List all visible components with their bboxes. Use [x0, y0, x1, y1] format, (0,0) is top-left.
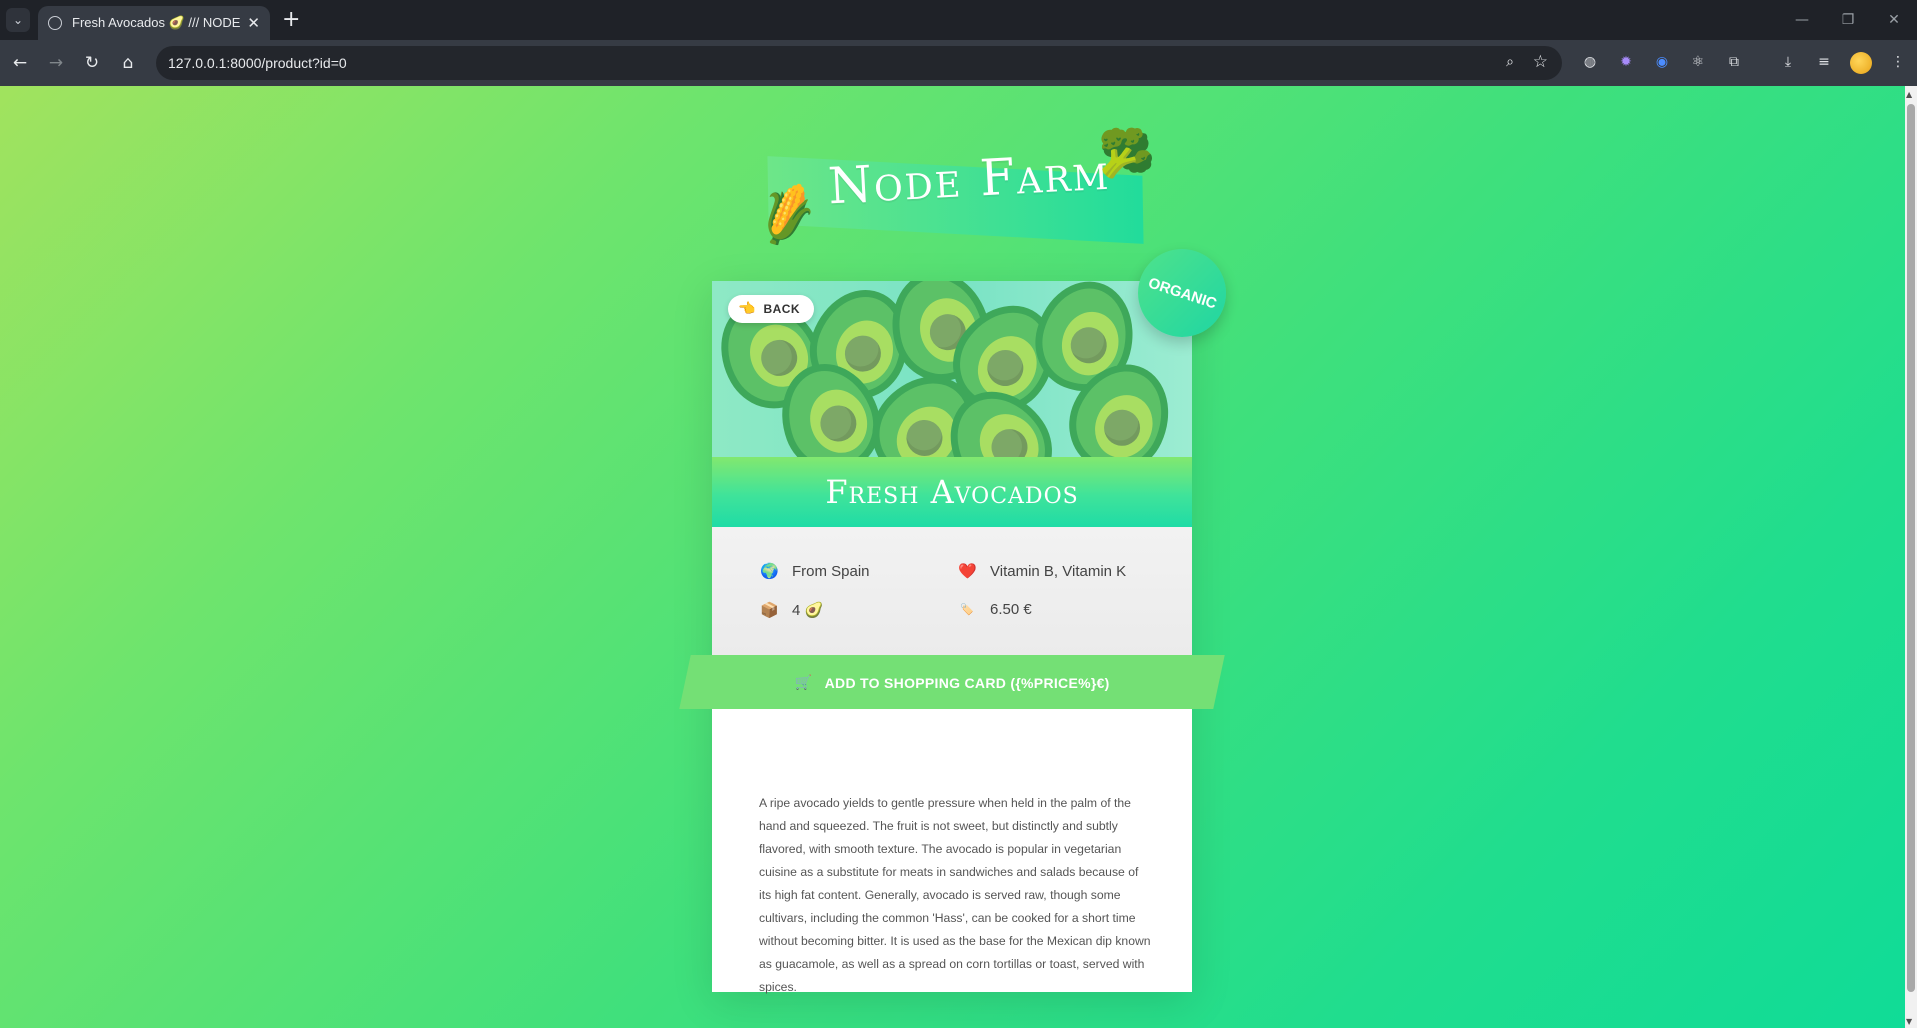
organic-badge: ORGANIC — [1138, 249, 1226, 337]
product-title-band: Fresh Avocados — [712, 457, 1192, 527]
page-viewport: 🌽 Node Farm 🥦 ORGANIC 👈 BACK Fresh Avoca… — [0, 86, 1905, 1028]
minimize-icon[interactable]: — — [1779, 0, 1825, 40]
scroll-down-icon[interactable]: ▼ — [1906, 1017, 1912, 1026]
price-text: 6.50 € — [990, 601, 1032, 618]
browser-tab[interactable]: Fresh Avocados 🥑 /// NODE F ✕ — [38, 6, 270, 40]
package-icon: 📦 — [760, 602, 779, 619]
globe-icon: 🌍 — [760, 563, 779, 580]
product-name: Fresh Avocados — [825, 473, 1079, 511]
window-close-icon[interactable]: ✕ — [1871, 0, 1917, 40]
browser-toolbar: ← → ↻ ⌂ i 127.0.0.1:8000/product?id=0 ⌕ … — [0, 40, 1917, 306]
broccoli-icon: 🥦 — [1098, 126, 1156, 180]
organic-label: ORGANIC — [1145, 273, 1219, 313]
extension-blue-icon[interactable]: ◉ — [1652, 52, 1672, 72]
url-text[interactable]: 127.0.0.1:8000/product?id=0 — [168, 55, 347, 71]
tab-search-icon[interactable]: ⌄ — [6, 8, 30, 32]
zoom-icon[interactable]: ⌕ — [1506, 54, 1514, 70]
extension-react-icon[interactable]: ⚛ — [1688, 52, 1708, 72]
back-button-label: BACK — [763, 302, 801, 316]
price-detail: 🏷️ 6.50 € — [958, 601, 1032, 618]
back-icon[interactable]: ← — [8, 51, 32, 75]
product-card: 👈 BACK Fresh Avocados 🌍 From Spain ❤️ Vi… — [712, 281, 1192, 994]
product-description: A ripe avocado yields to gentle pressure… — [759, 796, 1151, 994]
forward-icon[interactable]: → — [44, 51, 68, 75]
price-tag-icon: 🏷️ — [960, 604, 974, 616]
browser-tabbar: ⌄ Fresh Avocados 🥑 /// NODE F ✕ + — ❐ ✕ — [0, 0, 1917, 40]
scrollbar-thumb[interactable] — [1907, 104, 1915, 992]
page-scrollbar[interactable]: ▲ ▼ — [1905, 86, 1917, 1028]
quantity-detail: 📦 4 🥑 — [760, 601, 823, 619]
tab-title: Fresh Avocados 🥑 /// NODE F — [72, 15, 242, 30]
translate-icon[interactable]: ◍ — [1580, 52, 1600, 72]
shopping-cart-icon: 🛒 — [794, 673, 813, 690]
heart-icon: ❤️ — [958, 563, 977, 580]
window-controls: — ❐ ✕ — [1779, 0, 1917, 40]
product-details: 🌍 From Spain ❤️ Vitamin B, Vitamin K 📦 4… — [712, 527, 1192, 655]
bookmark-star-icon[interactable]: ☆ — [1533, 52, 1548, 72]
extensions-puzzle-icon[interactable]: ⧉ — [1724, 52, 1744, 72]
scroll-up-icon[interactable]: ▲ — [1906, 90, 1912, 99]
origin-text: From Spain — [792, 562, 870, 580]
pointing-hand-icon: 👈 — [738, 301, 756, 317]
add-to-cart-label: ADD TO SHOPPING CARD ({%PRICE%}€) — [824, 674, 1110, 690]
back-button[interactable]: 👈 BACK — [728, 295, 815, 323]
site-globe-icon — [48, 16, 62, 30]
chrome-menu-icon[interactable]: ⋮ — [1888, 52, 1908, 72]
new-tab-icon[interactable]: + — [282, 7, 300, 32]
add-to-cart-button[interactable]: 🛒 ADD TO SHOPPING CARD ({%PRICE%}€) — [679, 655, 1225, 709]
reload-icon[interactable]: ↻ — [80, 51, 104, 75]
tab-close-icon[interactable]: ✕ — [247, 14, 260, 32]
site-logo[interactable]: 🌽 Node Farm 🥦 — [750, 126, 1155, 250]
extension-purple-icon[interactable]: ✹ — [1616, 52, 1636, 72]
restore-icon[interactable]: ❐ — [1825, 0, 1871, 40]
media-control-icon[interactable]: ≡ — [1814, 52, 1834, 72]
address-bar[interactable]: i 127.0.0.1:8000/product?id=0 ⌕ ☆ — [156, 46, 1562, 306]
product-hero-image: 👈 BACK — [712, 281, 1192, 457]
home-icon[interactable]: ⌂ — [116, 51, 140, 75]
origin-detail: 🌍 From Spain — [760, 562, 870, 581]
quantity-text: 4 🥑 — [792, 602, 824, 619]
nutrients-detail: ❤️ Vitamin B, Vitamin K — [958, 562, 1127, 581]
profile-avatar[interactable] — [1850, 52, 1872, 74]
download-icon[interactable]: ⤓ — [1778, 52, 1798, 72]
nutrients-text: Vitamin B, Vitamin K — [990, 562, 1127, 580]
